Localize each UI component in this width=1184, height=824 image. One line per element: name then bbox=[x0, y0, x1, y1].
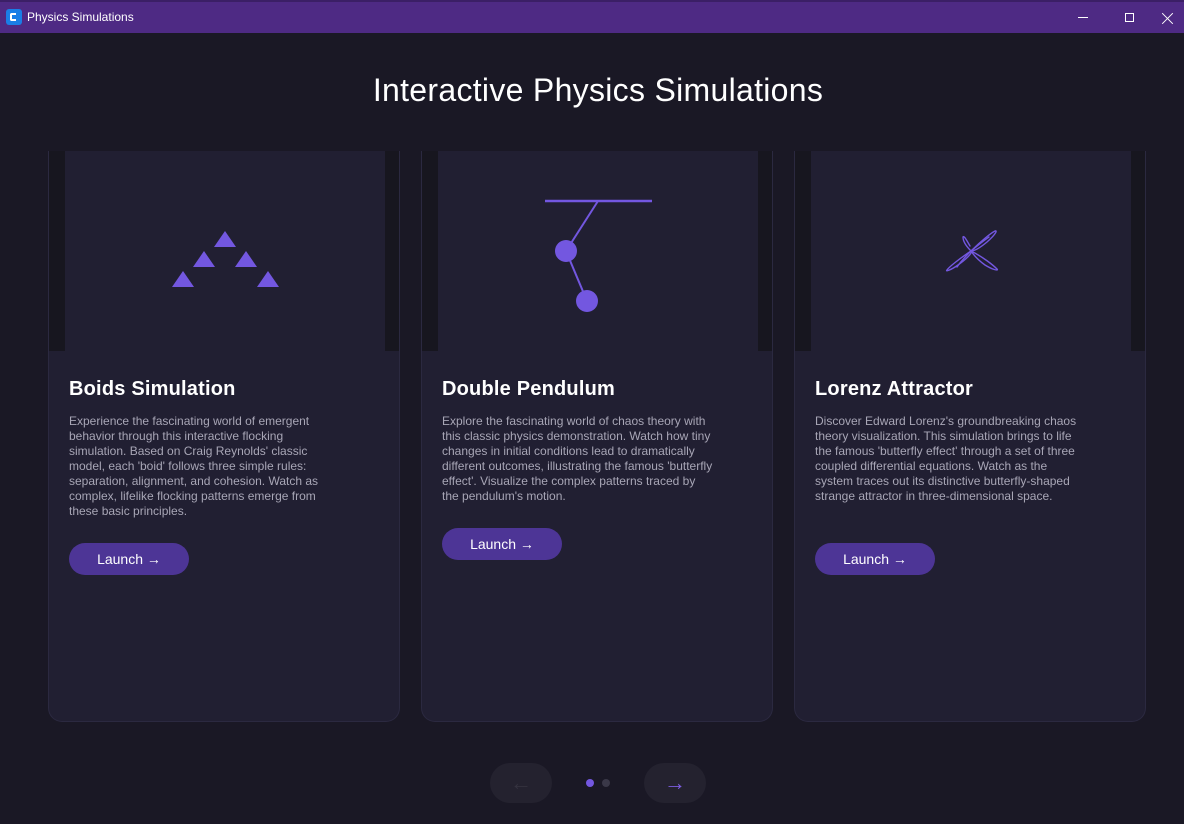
app-window: Physics Simulations Interactive Physics … bbox=[0, 0, 1184, 824]
maximize-button[interactable] bbox=[1106, 2, 1152, 33]
simulation-card-boids: Boids Simulation Experience the fascinat… bbox=[48, 151, 400, 722]
launch-boids-button[interactable]: Launch → bbox=[69, 543, 189, 575]
next-page-button[interactable]: → bbox=[644, 763, 706, 803]
minimize-icon bbox=[1078, 17, 1088, 18]
boids-triangles-icon bbox=[172, 231, 279, 287]
page-title: Interactive Physics Simulations bbox=[372, 72, 824, 108]
maximize-icon bbox=[1124, 13, 1134, 22]
card-title: Lorenz Attractor bbox=[815, 378, 974, 400]
window-title: Physics Simulations bbox=[27, 10, 134, 24]
card-description: Explore the fascinating world of chaos t… bbox=[442, 414, 713, 503]
arrow-left-icon: ← bbox=[510, 770, 532, 795]
card-description: Experience the fascinating world of emer… bbox=[69, 414, 319, 518]
lorenz-attractor-icon bbox=[945, 230, 999, 272]
card-title: Boids Simulation bbox=[69, 378, 236, 400]
card-title: Double Pendulum bbox=[442, 378, 615, 400]
page-indicator-dot-active[interactable] bbox=[586, 779, 594, 787]
close-icon bbox=[1162, 12, 1174, 24]
app-icon bbox=[6, 9, 22, 25]
simulation-card-lorenz: Lorenz Attractor Discover Edward Lorenz'… bbox=[794, 151, 1146, 722]
page-indicator-dot[interactable] bbox=[602, 779, 610, 787]
card-preview bbox=[422, 151, 772, 351]
arrow-right-icon: → bbox=[664, 770, 686, 795]
title-bar[interactable]: Physics Simulations bbox=[0, 0, 1184, 33]
card-description: Discover Edward Lorenz's groundbreaking … bbox=[815, 414, 1077, 503]
minimize-button[interactable] bbox=[1060, 2, 1106, 33]
launch-lorenz-button[interactable]: Launch → bbox=[815, 543, 935, 575]
double-pendulum-icon bbox=[545, 199, 652, 312]
previous-page-button[interactable]: ← bbox=[490, 763, 552, 803]
card-preview bbox=[49, 151, 399, 351]
simulation-card-double-pendulum: Double Pendulum Explore the fascinating … bbox=[421, 151, 773, 722]
close-button[interactable] bbox=[1152, 2, 1184, 33]
card-preview bbox=[795, 151, 1145, 351]
launch-double-pendulum-button[interactable]: Launch → bbox=[442, 528, 562, 560]
